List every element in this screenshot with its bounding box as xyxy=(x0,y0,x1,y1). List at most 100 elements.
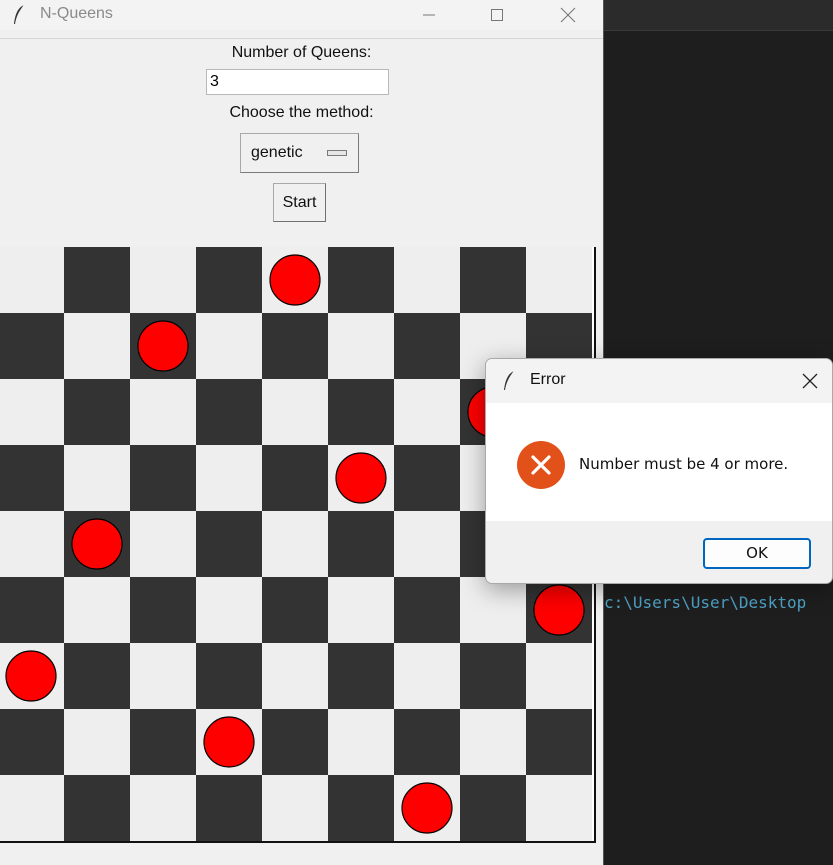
feather-icon xyxy=(504,370,515,390)
board-square xyxy=(0,709,64,775)
board-square xyxy=(130,709,196,775)
queen-piece xyxy=(335,452,387,504)
dialog-titlebar: Error xyxy=(486,359,832,403)
board-square xyxy=(130,511,196,577)
error-dialog: Error Number must be 4 or more. OK xyxy=(485,358,833,584)
board-square xyxy=(460,577,526,643)
dialog-close-button[interactable] xyxy=(794,367,826,395)
board-square xyxy=(130,775,196,841)
window-title: N-Queens xyxy=(40,5,113,22)
ok-button[interactable]: OK xyxy=(703,538,811,569)
board-square xyxy=(0,577,64,643)
board-square xyxy=(262,709,328,775)
board-square xyxy=(262,313,328,379)
board-square xyxy=(64,313,130,379)
queens-label: Number of Queens: xyxy=(231,44,372,61)
board-square xyxy=(0,379,64,445)
board-square xyxy=(196,775,262,841)
board-square xyxy=(460,643,526,709)
board-square xyxy=(64,643,130,709)
maximize-icon xyxy=(491,9,503,21)
board-square xyxy=(328,643,394,709)
queen-piece xyxy=(533,584,585,636)
close-icon xyxy=(560,7,576,23)
minimize-button[interactable] xyxy=(406,0,452,30)
board-square xyxy=(460,775,526,841)
board-square xyxy=(64,445,130,511)
method-selected-value: genetic xyxy=(251,144,303,161)
board-square xyxy=(130,577,196,643)
maximize-button[interactable] xyxy=(474,0,520,30)
board-square xyxy=(64,577,130,643)
dialog-title: Error xyxy=(530,371,566,388)
board-square xyxy=(262,511,328,577)
terminal-path-text: c:\Users\User\Desktop xyxy=(604,593,807,612)
board-square xyxy=(328,577,394,643)
board-square xyxy=(526,709,592,775)
queen-piece xyxy=(203,716,255,768)
board-square xyxy=(196,313,262,379)
board-square xyxy=(394,313,460,379)
board-square xyxy=(64,775,130,841)
board-square xyxy=(0,247,64,313)
board-square xyxy=(460,709,526,775)
method-select[interactable]: genetic xyxy=(240,133,359,173)
board-square xyxy=(64,379,130,445)
board-square xyxy=(394,445,460,511)
board-square xyxy=(196,445,262,511)
board-square xyxy=(394,379,460,445)
board-square xyxy=(328,511,394,577)
board-square xyxy=(64,247,130,313)
board-square xyxy=(196,379,262,445)
board-square xyxy=(0,775,64,841)
close-icon xyxy=(802,373,818,389)
board-square xyxy=(0,511,64,577)
board-square xyxy=(0,445,64,511)
window-titlebar: N-Queens xyxy=(0,0,603,30)
board-square xyxy=(196,511,262,577)
board-square xyxy=(262,643,328,709)
close-button[interactable] xyxy=(545,0,591,30)
queen-piece xyxy=(401,782,453,834)
dialog-message: Number must be 4 or more. xyxy=(579,455,789,473)
queens-input[interactable]: 3 xyxy=(206,69,389,95)
board-square xyxy=(460,247,526,313)
board-square xyxy=(0,313,64,379)
queen-piece xyxy=(5,650,57,702)
queen-piece xyxy=(71,518,123,570)
minimize-icon xyxy=(423,14,435,16)
dialog-body: Number must be 4 or more. xyxy=(486,403,832,521)
board-square xyxy=(328,379,394,445)
board-square xyxy=(328,775,394,841)
board-square xyxy=(130,445,196,511)
board-square xyxy=(130,379,196,445)
board-square xyxy=(262,445,328,511)
option-menu-indicator-icon xyxy=(327,150,347,156)
board-square xyxy=(262,577,328,643)
board-square xyxy=(262,379,328,445)
board-square xyxy=(394,247,460,313)
board-square xyxy=(196,643,262,709)
board-square xyxy=(328,247,394,313)
method-label: Choose the method: xyxy=(229,104,374,121)
board-square xyxy=(262,775,328,841)
queen-piece xyxy=(137,320,189,372)
board-square xyxy=(394,709,460,775)
board-square xyxy=(64,709,130,775)
queen-piece xyxy=(269,254,321,306)
board-square xyxy=(394,577,460,643)
board-square xyxy=(526,775,592,841)
board-square xyxy=(394,643,460,709)
error-icon xyxy=(517,441,565,489)
window-bottom-strip xyxy=(0,851,603,865)
board-square xyxy=(196,577,262,643)
board-square xyxy=(328,709,394,775)
board-square xyxy=(526,247,592,313)
board-square xyxy=(394,511,460,577)
board-square xyxy=(130,247,196,313)
start-button[interactable]: Start xyxy=(273,183,326,222)
board-square xyxy=(526,643,592,709)
terminal-titlebar xyxy=(604,0,833,31)
board-square xyxy=(196,247,262,313)
feather-icon xyxy=(14,4,25,24)
